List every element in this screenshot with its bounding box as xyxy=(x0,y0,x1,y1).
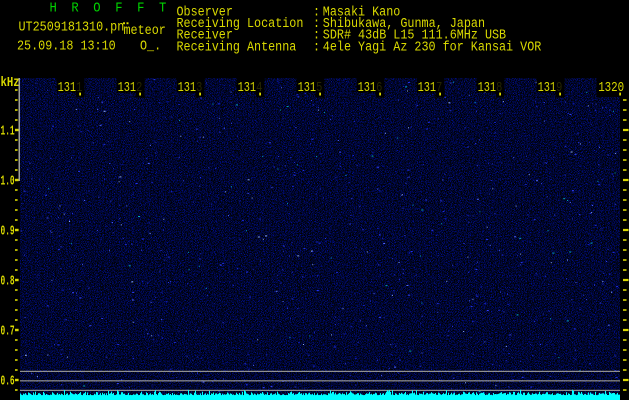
svg-text:131: 131 xyxy=(418,81,437,96)
svg-text:9: 9 xyxy=(556,81,562,96)
svg-text:Receiving Antenna: Receiving Antenna xyxy=(177,40,297,55)
svg-text:0.6: 0.6 xyxy=(1,375,15,390)
svg-text:131: 131 xyxy=(58,81,77,96)
svg-text:O_.: O_. xyxy=(140,40,161,55)
svg-text:131: 131 xyxy=(538,81,557,96)
svg-text:UT2509181310.pn: UT2509181310.pn xyxy=(19,21,125,36)
svg-text:0.8: 0.8 xyxy=(1,275,15,290)
svg-text:131: 131 xyxy=(118,81,137,96)
svg-text:25.09.18 13:10: 25.09.18 13:10 xyxy=(17,40,116,55)
svg-text:1.1: 1.1 xyxy=(1,125,15,140)
svg-text:131: 131 xyxy=(298,81,317,96)
svg-text:1.0: 1.0 xyxy=(1,175,15,190)
svg-text:131: 131 xyxy=(238,81,257,96)
svg-text:kHz: kHz xyxy=(1,76,20,91)
svg-text:0.9: 0.9 xyxy=(1,225,15,240)
svg-text:131: 131 xyxy=(358,81,377,96)
svg-text:131: 131 xyxy=(478,81,497,96)
svg-text:meteor: meteor xyxy=(124,24,166,39)
svg-text:0.7: 0.7 xyxy=(1,325,15,340)
svg-text:H R O F F T: H R O F F T xyxy=(50,2,167,17)
svg-text::: : xyxy=(313,40,320,55)
svg-text:131: 131 xyxy=(178,81,197,96)
svg-text:4ele Yagi Az 230 for Kansai VO: 4ele Yagi Az 230 for Kansai VOR xyxy=(323,40,542,55)
